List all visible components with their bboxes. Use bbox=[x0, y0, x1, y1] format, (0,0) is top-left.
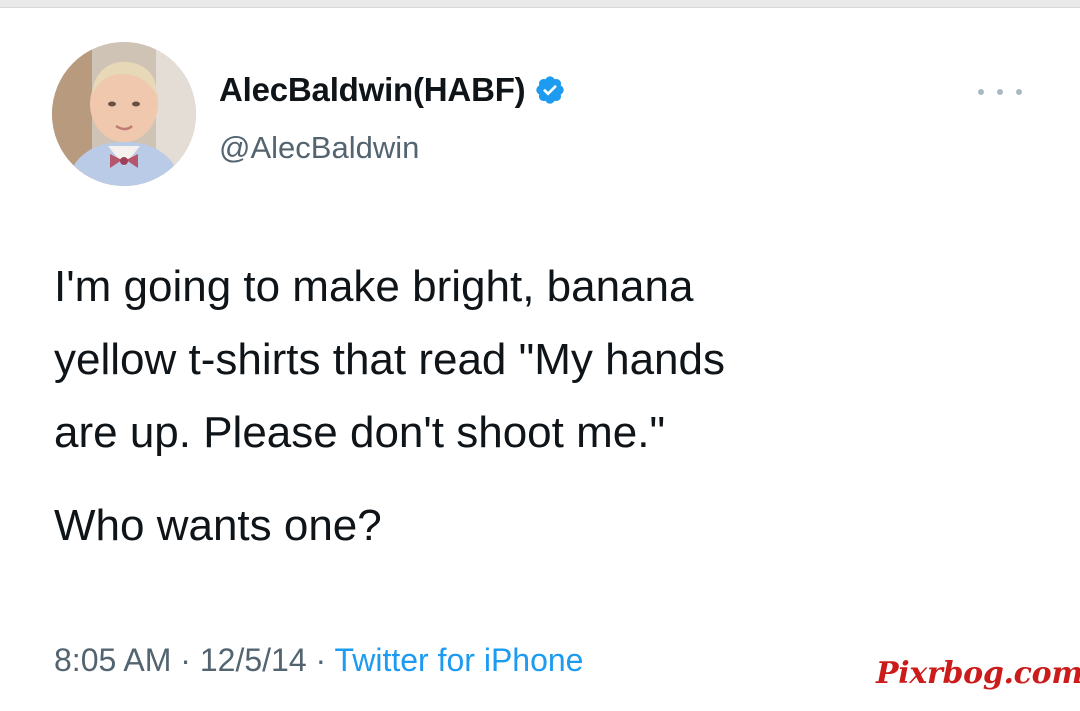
top-divider bbox=[0, 0, 1080, 8]
more-options-icon[interactable] bbox=[978, 82, 1022, 102]
tweet-date[interactable]: 12/5/14 bbox=[200, 642, 307, 678]
tweet-card: AlecBaldwin(HABF) @AlecBaldwin I'm going… bbox=[0, 8, 1080, 711]
tweet-text-line-1: I'm going to make bright, banana bbox=[54, 262, 694, 311]
tweet-time[interactable]: 8:05 AM bbox=[54, 642, 171, 678]
tweet-paragraph-2: Who wants one? bbox=[54, 501, 382, 550]
verified-badge-icon bbox=[534, 74, 566, 106]
author-display-name[interactable]: AlecBaldwin(HABF) bbox=[219, 71, 526, 109]
dot-icon bbox=[978, 89, 984, 95]
dot-icon bbox=[1016, 89, 1022, 95]
tweet-paragraph-1: I'm going to make bright, banana yellow … bbox=[54, 250, 1034, 469]
author-name-row: AlecBaldwin(HABF) bbox=[219, 70, 566, 110]
tweet-text: I'm going to make bright, banana yellow … bbox=[54, 250, 1034, 562]
avatar-photo bbox=[52, 42, 196, 186]
tweet-source-link[interactable]: Twitter for iPhone bbox=[334, 642, 583, 678]
avatar[interactable] bbox=[52, 42, 196, 186]
tweet-text-line-2: yellow t-shirts that read "My hands bbox=[54, 335, 725, 384]
meta-separator: · bbox=[180, 642, 191, 678]
meta-separator: · bbox=[315, 642, 327, 678]
tweet-metadata: 8:05 AM · 12/5/14 · Twitter for iPhone bbox=[54, 642, 583, 679]
watermark: Pixrbog.com bbox=[876, 656, 1080, 691]
tweet-text-line-3: are up. Please don't shoot me." bbox=[54, 408, 666, 457]
dot-icon bbox=[997, 89, 1003, 95]
author-handle[interactable]: @AlecBaldwin bbox=[219, 130, 419, 166]
